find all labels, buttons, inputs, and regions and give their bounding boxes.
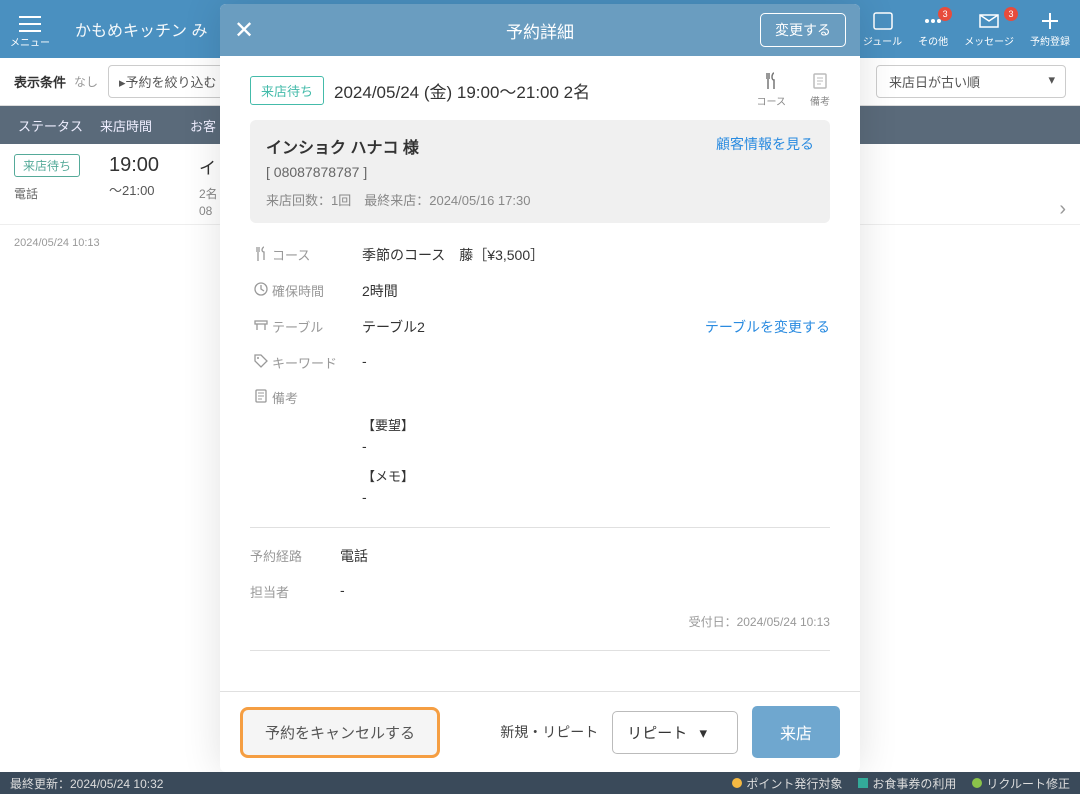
note-request-label: 【要望】 <box>362 415 830 434</box>
keyword-label: キーワード <box>272 353 362 372</box>
repeat-select[interactable]: リピート ▾ <box>612 711 738 754</box>
recruit-indicator: リクルート修正 <box>972 775 1070 792</box>
sort-select[interactable]: 来店日が古い順 ▾ <box>876 65 1066 98</box>
table-icon <box>250 317 272 332</box>
note-request-value: - <box>362 438 830 454</box>
lime-dot-icon <box>972 778 982 788</box>
other-badge: 3 <box>938 7 952 21</box>
note-memo-label: 【メモ】 <box>362 466 830 485</box>
status-tag: 来店待ち <box>14 154 80 177</box>
keyword-value: - <box>362 353 830 369</box>
staff-value: - <box>340 582 830 598</box>
chevron-down-icon: ▾ <box>699 725 707 742</box>
reservation-detail-modal: ✕ 予約詳細 変更する 来店待ち 2024/05/24 (金) 19:00～21… <box>220 4 860 772</box>
visit-button[interactable]: 来店 <box>752 706 840 758</box>
table-label: テーブル <box>272 317 362 336</box>
schedule-icon[interactable]: ジュール <box>863 11 902 48</box>
course-indicator: コース <box>757 72 787 108</box>
calendar-icon <box>872 11 894 31</box>
filter-label: 表示条件 <box>14 72 66 91</box>
th-time: 来店時間 <box>100 116 190 135</box>
chevron-right-icon: › <box>1059 198 1066 221</box>
table-change-link[interactable]: テーブルを変更する <box>705 317 830 337</box>
green-square-icon <box>858 778 868 788</box>
last-update: 最終更新：2024/05/24 10:32 <box>10 775 732 792</box>
other-icon[interactable]: 3 その他 <box>918 11 948 48</box>
time-end: ～21:00 <box>109 180 199 199</box>
route-label: 予約経路 <box>250 546 340 565</box>
course-value: 季節のコース 藤［¥3,500］ <box>362 245 830 265</box>
yellow-dot-icon <box>732 778 742 788</box>
tag-icon <box>250 353 272 368</box>
app-title: かもめキッチン み <box>75 17 207 41</box>
staff-label: 担当者 <box>250 582 340 601</box>
envelope-icon <box>978 11 1000 31</box>
resv-status-tag: 来店待ち <box>250 76 324 105</box>
note-memo-value: - <box>362 489 830 505</box>
points-indicator: ポイント発行対象 <box>732 775 842 792</box>
change-button[interactable]: 変更する <box>760 13 846 47</box>
note-indicator: 備考 <box>810 72 830 108</box>
customer-info-link[interactable]: 顧客情報を見る <box>716 134 814 154</box>
course-label: コース <box>272 245 362 264</box>
repeat-label: 新規・リピート <box>500 722 598 742</box>
voucher-indicator: お食事券の利用 <box>858 775 956 792</box>
utensils-icon <box>763 72 779 90</box>
plus-icon <box>1039 11 1061 31</box>
time-label: 確保時間 <box>272 281 362 300</box>
accepted-date: 受付日：2024/05/24 10:13 <box>250 609 830 640</box>
time-value: 2時間 <box>362 281 830 301</box>
row-meta: 2024/05/24 10:13 <box>14 237 100 249</box>
menu-button[interactable]: メニュー <box>0 10 60 49</box>
resv-datetime: 2024/05/24 (金) 19:00～21:00 2名 <box>334 78 590 103</box>
modal-title: 予約詳細 <box>506 18 574 43</box>
customer-stats: 来店回数：1回 最終来店：2024/05/16 17:30 <box>266 190 814 209</box>
close-icon[interactable]: ✕ <box>234 16 254 45</box>
utensils-icon <box>250 245 272 262</box>
chevron-down-icon: ▾ <box>1048 72 1055 88</box>
note-label: 備考 <box>272 388 362 407</box>
hamburger-icon <box>19 16 41 32</box>
row-method: 電話 <box>14 185 109 202</box>
time-main: 19:00 <box>109 154 199 177</box>
table-value: テーブル2 <box>362 317 705 337</box>
cancel-reservation-button[interactable]: 予約をキャンセルする <box>240 707 440 758</box>
filter-none: なし <box>74 73 98 90</box>
message-icon[interactable]: 3 メッセージ <box>964 11 1014 48</box>
note-icon <box>812 72 828 90</box>
route-value: 電話 <box>340 546 830 566</box>
note-icon <box>250 388 272 403</box>
message-badge: 3 <box>1004 7 1018 21</box>
th-status: ステータス <box>0 116 100 135</box>
register-icon[interactable]: 予約登録 <box>1030 11 1070 48</box>
customer-phone: [ 08087878787 ] <box>266 164 814 180</box>
clock-icon <box>250 281 272 296</box>
